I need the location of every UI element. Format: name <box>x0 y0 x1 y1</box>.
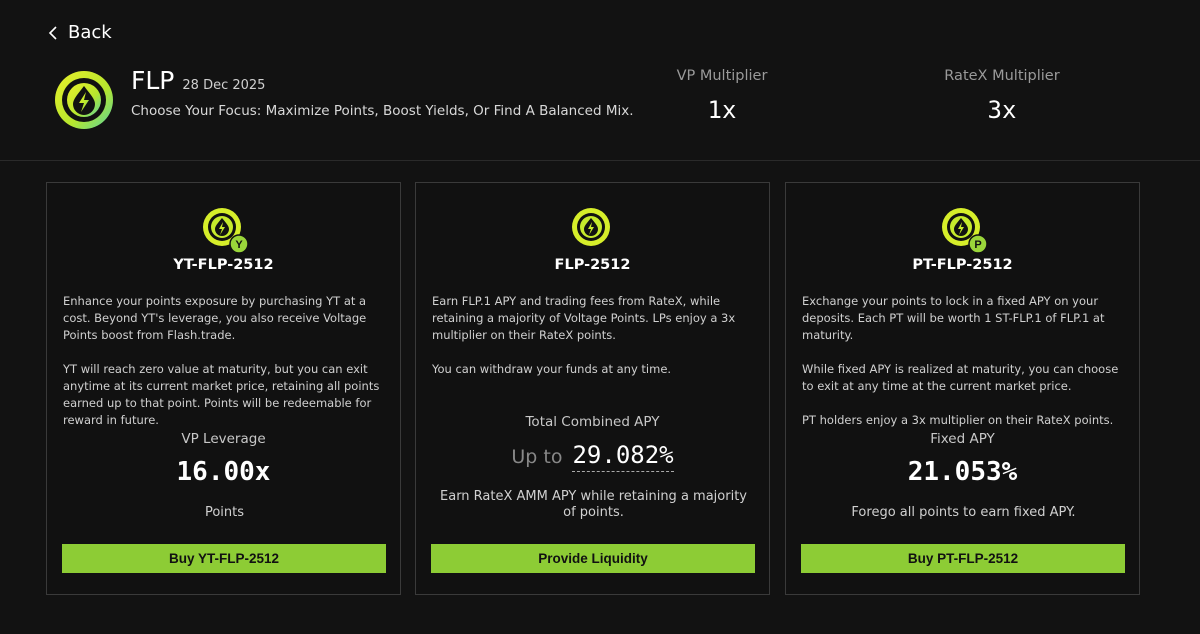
flp-token-icon <box>55 71 113 129</box>
header-divider <box>0 160 1200 161</box>
pt-token-icon: P <box>941 208 988 254</box>
pt-metric-value: 21.053% <box>907 457 1018 487</box>
vp-multiplier-value: 1x <box>707 96 737 124</box>
pt-card-title: PT-FLP-2512 <box>912 257 1013 273</box>
flp-card-title: FLP-2512 <box>554 257 631 273</box>
page-title: FLP <box>131 66 175 95</box>
flp-metric-label: Total Combined APY <box>525 414 660 430</box>
ratex-multiplier-value: 3x <box>987 96 1017 124</box>
buy-pt-button[interactable]: Buy PT-FLP-2512 <box>801 544 1125 573</box>
ratex-multiplier: RateX Multiplier 3x <box>902 68 1102 124</box>
market-header: FLP 28 Dec 2025 Choose Your Focus: Maxim… <box>54 64 1154 144</box>
flp-apy-prefix: Up to <box>511 446 563 468</box>
yt-card: Y YT-FLP-2512 Enhance your points exposu… <box>46 182 401 595</box>
pt-desc-paragraph: Exchange your points to lock in a fixed … <box>802 294 1105 342</box>
pt-card: P PT-FLP-2512 Exchange your points to lo… <box>785 182 1140 595</box>
yt-card-description: Enhance your points exposure by purchasi… <box>63 293 387 446</box>
pt-desc-paragraph: PT holders enjoy a 3x multiplier on thei… <box>802 413 1114 427</box>
pt-metric-label: Fixed APY <box>930 431 995 447</box>
maturity-date: 28 Dec 2025 <box>182 78 266 93</box>
yt-card-title: YT-FLP-2512 <box>173 257 274 273</box>
ratex-multiplier-label: RateX Multiplier <box>944 68 1060 84</box>
page-subtitle: Choose Your Focus: Maximize Points, Boos… <box>131 103 634 119</box>
chevron-left-icon <box>48 25 57 40</box>
flp-card-description: Earn FLP.1 APY and trading fees from Rat… <box>432 293 756 395</box>
pt-badge-letter: P <box>974 239 981 251</box>
provide-liquidity-button[interactable]: Provide Liquidity <box>431 544 755 573</box>
flp-apy-value[interactable]: 29.082% <box>572 441 674 472</box>
back-label: Back <box>68 22 112 43</box>
yt-desc-paragraph: YT will reach zero value at maturity, bu… <box>63 362 380 427</box>
yt-badge-letter: Y <box>235 239 243 251</box>
vp-multiplier-label: VP Multiplier <box>676 68 768 84</box>
pt-desc-paragraph: While fixed APY is realized at maturity,… <box>802 362 1119 393</box>
flp-card: FLP-2512 Earn FLP.1 APY and trading fees… <box>415 182 770 595</box>
vp-multiplier: VP Multiplier 1x <box>622 68 822 124</box>
yt-token-icon: Y <box>202 208 249 254</box>
yt-metric-footer: Points <box>204 505 245 520</box>
pt-metric-footer: Forego all points to earn fixed APY. <box>851 505 1076 520</box>
flp-desc-paragraph: You can withdraw your funds at any time. <box>432 362 672 376</box>
flp-apy-row: Up to 29.082% <box>416 441 769 472</box>
yt-metric-label: VP Leverage <box>181 431 266 447</box>
flp-card-token-icon <box>571 208 610 246</box>
flp-metric-footer: Earn RateX AMM APY while retaining a maj… <box>440 489 747 520</box>
flp-desc-paragraph: Earn FLP.1 APY and trading fees from Rat… <box>432 294 736 342</box>
yt-metric-value: 16.00x <box>176 457 271 487</box>
pt-card-description: Exchange your points to lock in a fixed … <box>802 293 1126 446</box>
back-button[interactable]: Back <box>48 22 112 43</box>
buy-yt-button[interactable]: Buy YT-FLP-2512 <box>62 544 386 573</box>
yt-desc-paragraph: Enhance your points exposure by purchasi… <box>63 294 367 342</box>
